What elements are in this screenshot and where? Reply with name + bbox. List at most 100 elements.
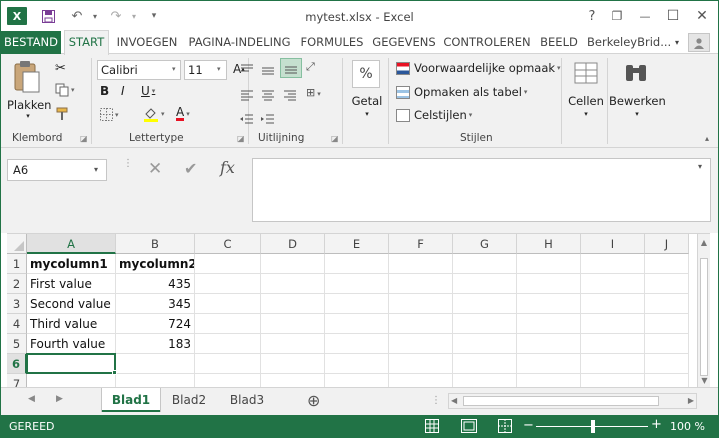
decrease-indent-icon[interactable] [239,110,255,129]
cell-j5[interactable] [645,334,689,354]
number-format-button[interactable]: % Getal ▾ [348,58,386,128]
align-top-icon[interactable] [239,60,257,76]
cell-g6[interactable] [453,354,517,374]
column-header-h[interactable]: H [517,234,581,254]
formula-input[interactable] [252,158,711,222]
cell-a6[interactable] [27,354,116,374]
cell-h2[interactable] [517,274,581,294]
horizontal-scrollbar[interactable]: ◀ ▶ [448,393,697,409]
cell-c3[interactable] [195,294,261,314]
font-name-select[interactable]: Calibri [97,60,181,80]
maximize-icon[interactable]: ☐ [660,5,686,27]
drag-handle-icon[interactable]: ⋮ [431,395,441,406]
sheet-tab-blad1[interactable]: Blad1 [102,388,160,412]
tab-review[interactable]: CONTROLEREN [441,31,533,54]
align-middle-icon[interactable] [260,62,276,81]
tab-view[interactable]: BEELD [537,31,581,54]
cell-d6[interactable] [261,354,325,374]
column-header-j[interactable]: J [645,234,689,254]
drag-handle-icon[interactable]: ⋮ [123,159,133,169]
cancel-icon[interactable]: ✕ [148,159,162,179]
cell-f6[interactable] [389,354,453,374]
tab-start[interactable]: START [64,30,109,55]
select-all-corner[interactable] [7,234,27,254]
align-center-icon[interactable] [260,86,276,105]
zoom-in-button[interactable]: + [651,417,662,432]
cell-h5[interactable] [517,334,581,354]
zoom-level[interactable]: 100 % [670,420,705,433]
tab-formulas[interactable]: FORMULES [298,31,366,54]
paste-button[interactable]: Plakken ▾ [7,58,51,122]
zoom-slider[interactable] [536,420,648,433]
scroll-up-icon[interactable]: ▲ [698,238,710,247]
cell-j1[interactable] [645,254,689,274]
cell-c2[interactable] [195,274,261,294]
page-break-view-icon[interactable] [498,419,512,433]
cut-icon[interactable]: ✂ [55,60,73,76]
sheet-tab-blad3[interactable]: Blad3 [221,388,273,412]
chevron-down-icon[interactable]: ▾ [698,162,702,171]
cell-b3[interactable]: 345 [116,294,195,314]
close-icon[interactable]: ✕ [689,5,715,27]
font-color-icon[interactable]: A ▾ [176,106,190,121]
help-icon[interactable]: ? [579,5,605,27]
merge-cells-icon[interactable]: ⊞ ▾ [306,86,321,99]
cell-h3[interactable] [517,294,581,314]
tab-insert[interactable]: INVOEGEN [113,31,181,54]
cell-i5[interactable] [581,334,645,354]
column-header-d[interactable]: D [261,234,325,254]
cell-i1[interactable] [581,254,645,274]
editing-button[interactable]: Bewerken ▾ [609,58,666,128]
vertical-scrollbar[interactable]: ▲ ▼ [697,234,710,387]
row-header-5[interactable]: 5 [7,334,27,354]
collapse-ribbon-icon[interactable]: ▴ [705,134,709,143]
spreadsheet-grid[interactable]: ABCDEFGHIJ 1234567 mycolumn1 mycolumn2 Fir… [7,233,710,394]
cell-i6[interactable] [581,354,645,374]
cell-g4[interactable] [453,314,517,334]
insert-function-icon[interactable]: fx [220,158,235,177]
sheet-tab-blad2[interactable]: Blad2 [163,388,215,412]
scroll-left-icon[interactable]: ◀ [451,396,457,405]
name-box[interactable]: A6 [7,159,107,181]
cell-b6[interactable] [116,354,195,374]
launcher-icon[interactable]: ◪ [80,134,88,143]
cell-f4[interactable] [389,314,453,334]
cell-a2[interactable]: First value [27,274,116,294]
row-header-3[interactable]: 3 [7,294,27,314]
bold-button[interactable]: B [100,84,114,98]
scroll-thumb[interactable] [700,258,708,376]
column-header-f[interactable]: F [389,234,453,254]
restore-ribbon-icon[interactable]: ❐ [604,5,630,27]
cell-j2[interactable] [645,274,689,294]
cell-d3[interactable] [261,294,325,314]
scroll-right-icon[interactable]: ▶ [688,396,694,405]
zoom-slider-thumb[interactable] [591,420,595,433]
fill-color-icon[interactable]: ▾ [143,106,165,122]
cell-e4[interactable] [325,314,389,334]
orientation-icon[interactable]: ⤢ [306,60,315,74]
scroll-thumb[interactable] [463,396,659,406]
avatar[interactable] [688,33,710,52]
cell-styles-button[interactable]: Celstijlen ▾ [396,108,472,122]
cell-g1[interactable] [453,254,517,274]
cells-button[interactable]: Cellen ▾ [567,58,605,128]
row-header-2[interactable]: 2 [7,274,27,294]
cell-j3[interactable] [645,294,689,314]
column-header-c[interactable]: C [195,234,261,254]
launcher-icon[interactable]: ◪ [331,134,339,143]
cell-c5[interactable] [195,334,261,354]
launcher-icon[interactable]: ◪ [237,134,245,143]
cell-b1[interactable]: mycolumn2 [116,254,195,274]
increase-indent-icon[interactable] [260,110,276,129]
enter-icon[interactable]: ✔ [184,159,197,178]
cell-e2[interactable] [325,274,389,294]
row-header-6[interactable]: 6 [7,354,27,374]
page-layout-view-icon[interactable] [461,419,477,433]
row-header-1[interactable]: 1 [7,254,27,274]
underline-button[interactable]: U ▾ [141,84,155,98]
cell-d5[interactable] [261,334,325,354]
cell-a1[interactable]: mycolumn1 [27,254,116,274]
column-header-g[interactable]: G [453,234,517,254]
column-header-a[interactable]: A [27,234,116,254]
column-header-b[interactable]: B [116,234,195,254]
